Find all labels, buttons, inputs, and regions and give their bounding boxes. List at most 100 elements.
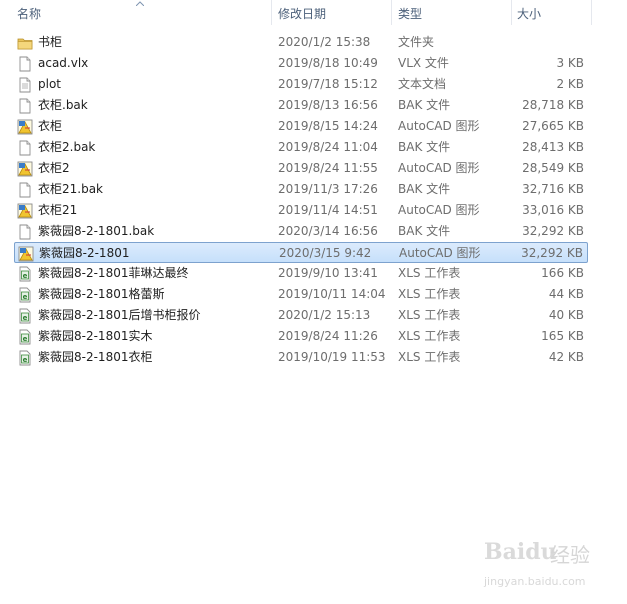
file-row[interactable]: 衣柜2.bak 2019/8/24 11:04 BAK 文件 28,413 KB bbox=[14, 137, 588, 158]
svg-text:e: e bbox=[23, 272, 28, 280]
file-type: BAK 文件 bbox=[398, 224, 451, 238]
column-date-header[interactable]: 修改日期 bbox=[278, 0, 326, 26]
column-name-header[interactable]: 名称 bbox=[17, 0, 41, 26]
file-size: 42 KB bbox=[548, 350, 584, 364]
file-name: acad.vlx bbox=[38, 56, 89, 70]
file-row[interactable]: 紫薇园8-2-1801.bak 2020/3/14 16:56 BAK 文件 32,2… bbox=[14, 221, 588, 242]
autocad-file-icon bbox=[17, 203, 33, 219]
watermark-brand-cn: 经验 bbox=[550, 543, 590, 567]
watermark: Baidu 经验 jingyan.baidu.com bbox=[478, 533, 608, 593]
column-divider[interactable] bbox=[511, 0, 512, 25]
file-date: 2019/8/18 10:49 bbox=[278, 56, 378, 70]
column-divider[interactable] bbox=[591, 0, 592, 25]
column-size-header[interactable]: 大小 bbox=[517, 0, 541, 26]
file-name: 紫薇园8-2-1801.bak bbox=[38, 224, 155, 238]
file-type: VLX 文件 bbox=[398, 56, 449, 70]
spreadsheet-file-icon: e bbox=[17, 287, 33, 303]
file-size: 33,016 KB bbox=[522, 203, 584, 217]
spreadsheet-file-icon: e bbox=[17, 308, 33, 324]
file-date: 2019/8/13 16:56 bbox=[278, 98, 378, 112]
file-date: 2019/8/24 11:26 bbox=[278, 329, 378, 343]
svg-text:e: e bbox=[23, 314, 28, 322]
file-name: 紫薇园8-2-1801后增书柜报价 bbox=[38, 308, 201, 322]
file-type: XLS 工作表 bbox=[398, 287, 461, 301]
file-row[interactable]: 衣柜21 2019/11/4 14:51 AutoCAD 图形 33,016 KB bbox=[14, 200, 588, 221]
file-date: 2020/1/2 15:13 bbox=[278, 308, 371, 322]
file-date: 2019/8/15 14:24 bbox=[278, 119, 378, 133]
file-date: 2019/7/18 15:12 bbox=[278, 77, 378, 91]
file-row[interactable]: e 紫薇园8-2-1801衣柜 2019/10/19 11:53 XLS 工作表 42 … bbox=[14, 347, 588, 368]
watermark-url: jingyan.baidu.com bbox=[484, 575, 586, 588]
spreadsheet-file-icon: e bbox=[17, 350, 33, 366]
file-size: 44 KB bbox=[548, 287, 584, 301]
file-row[interactable]: acad.vlx 2019/8/18 10:49 VLX 文件 3 KB bbox=[14, 53, 588, 74]
file-name: 衣柜 bbox=[38, 119, 63, 133]
file-name: 衣柜.bak bbox=[38, 98, 88, 112]
column-divider[interactable] bbox=[271, 0, 272, 25]
file-row[interactable]: e 紫薇园8-2-1801后增书柜报价 2020/1/2 15:13 XLS 工作表 4… bbox=[14, 305, 588, 326]
watermark-brand: Baidu bbox=[484, 539, 557, 565]
file-name: 衣柜2.bak bbox=[38, 140, 96, 154]
file-type: XLS 工作表 bbox=[398, 308, 461, 322]
file-row[interactable]: e 紫薇园8-2-1801格蕾斯 2019/10/11 14:04 XLS 工作表 44… bbox=[14, 284, 588, 305]
file-row[interactable]: plot 2019/7/18 15:12 文本文档 2 KB bbox=[14, 74, 588, 95]
autocad-file-icon bbox=[17, 119, 33, 135]
autocad-file-icon bbox=[18, 246, 34, 262]
file-row[interactable]: 衣柜 2019/8/15 14:24 AutoCAD 图形 27,665 KB bbox=[14, 116, 588, 137]
file-size: 165 KB bbox=[541, 329, 584, 343]
column-divider[interactable] bbox=[391, 0, 392, 25]
spreadsheet-file-icon: e bbox=[17, 266, 33, 282]
file-type: AutoCAD 图形 bbox=[398, 119, 480, 133]
column-type-header[interactable]: 类型 bbox=[398, 0, 422, 26]
file-type: AutoCAD 图形 bbox=[398, 161, 480, 175]
file-row[interactable]: e 紫薇园8-2-1801菲琳达最终 2019/9/10 13:41 XLS 工作表 1… bbox=[14, 263, 588, 284]
file-size: 27,665 KB bbox=[522, 119, 584, 133]
file-name: 紫薇园8-2-1801 bbox=[39, 246, 130, 260]
file-icon bbox=[17, 98, 33, 114]
file-icon bbox=[17, 140, 33, 156]
file-name: 衣柜21 bbox=[38, 203, 78, 217]
file-name: 紫薇园8-2-1801衣柜 bbox=[38, 350, 153, 364]
file-icon bbox=[17, 224, 33, 240]
file-date: 2019/11/4 14:51 bbox=[278, 203, 378, 217]
file-date: 2020/3/14 16:56 bbox=[278, 224, 378, 238]
file-type: BAK 文件 bbox=[398, 140, 451, 154]
file-date: 2019/10/19 11:53 bbox=[278, 350, 386, 364]
file-size: 32,292 KB bbox=[521, 246, 583, 260]
file-date: 2020/1/2 15:38 bbox=[278, 35, 371, 49]
file-name: 衣柜21.bak bbox=[38, 182, 104, 196]
folder-icon bbox=[17, 35, 33, 51]
file-size: 3 KB bbox=[556, 56, 584, 70]
file-row[interactable]: e 紫薇园8-2-1801实木 2019/8/24 11:26 XLS 工作表 165 … bbox=[14, 326, 588, 347]
file-size: 28,413 KB bbox=[522, 140, 584, 154]
file-type: BAK 文件 bbox=[398, 98, 451, 112]
file-row[interactable]: 衣柜.bak 2019/8/13 16:56 BAK 文件 28,718 KB bbox=[14, 95, 588, 116]
file-size: 2 KB bbox=[556, 77, 584, 91]
file-row-selected[interactable]: 紫薇园8-2-1801 2020/3/15 9:42 AutoCAD 图形 32,29… bbox=[14, 242, 588, 263]
file-size: 32,716 KB bbox=[522, 182, 584, 196]
file-name: 紫薇园8-2-1801格蕾斯 bbox=[38, 287, 165, 301]
file-size: 28,718 KB bbox=[522, 98, 584, 112]
file-name: 衣柜2 bbox=[38, 161, 70, 175]
file-type: XLS 工作表 bbox=[398, 329, 461, 343]
autocad-file-icon bbox=[17, 161, 33, 177]
file-row[interactable]: 衣柜21.bak 2019/11/3 17:26 BAK 文件 32,716 KB bbox=[14, 179, 588, 200]
file-name: plot bbox=[38, 77, 61, 91]
file-type: BAK 文件 bbox=[398, 182, 451, 196]
file-row[interactable]: 衣柜2 2019/8/24 11:55 AutoCAD 图形 28,549 KB bbox=[14, 158, 588, 179]
file-name: 紫薇园8-2-1801实木 bbox=[38, 329, 153, 343]
file-type: AutoCAD 图形 bbox=[398, 203, 480, 217]
file-date: 2020/3/15 9:42 bbox=[279, 246, 372, 260]
file-name: 书柜 bbox=[38, 35, 63, 49]
sort-ascending-icon bbox=[136, 1, 144, 6]
file-row[interactable]: 书柜 2020/1/2 15:38 文件夹 bbox=[14, 32, 588, 53]
file-type: AutoCAD 图形 bbox=[399, 246, 481, 260]
file-size: 40 KB bbox=[548, 308, 584, 322]
column-header: 名称 修改日期 类型 大小 bbox=[0, 0, 627, 26]
svg-text:e: e bbox=[23, 335, 28, 343]
file-name: 紫薇园8-2-1801菲琳达最终 bbox=[38, 266, 189, 280]
text-file-icon bbox=[17, 77, 33, 93]
file-size: 32,292 KB bbox=[522, 224, 584, 238]
file-type: XLS 工作表 bbox=[398, 266, 461, 280]
svg-text:e: e bbox=[23, 356, 28, 364]
